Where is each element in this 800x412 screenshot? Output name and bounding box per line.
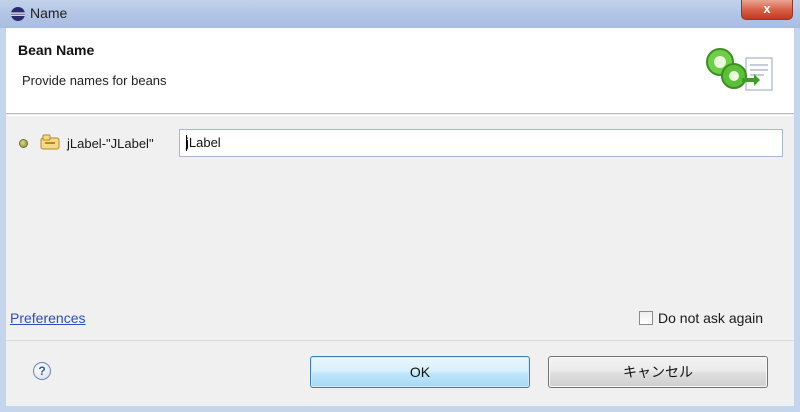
header-divider: [6, 115, 794, 116]
dont-ask-label[interactable]: Do not ask again: [658, 310, 763, 326]
page-title: Bean Name: [18, 42, 95, 58]
bean-label: jLabel-"JLabel": [67, 136, 154, 151]
title-bar: Name x: [0, 0, 800, 28]
ok-button[interactable]: OK: [310, 356, 530, 388]
close-button[interactable]: x: [741, 0, 793, 20]
preferences-link[interactable]: Preferences: [10, 310, 85, 326]
footer-divider: [6, 340, 794, 341]
cancel-button[interactable]: キャンセル: [548, 356, 768, 388]
dialog-header: Bean Name Provide names for beans: [6, 28, 794, 114]
help-icon[interactable]: ?: [33, 362, 51, 380]
text-caret: [186, 135, 187, 151]
bean-row: jLabel-"JLabel" jLabel: [6, 128, 794, 158]
window-title: Name: [30, 5, 68, 21]
bean-icon: [40, 134, 60, 150]
bean-name-input[interactable]: jLabel: [179, 129, 783, 157]
wizard-beans-icon: [706, 48, 773, 91]
page-description: Provide names for beans: [22, 73, 167, 88]
bullet-icon: [19, 139, 28, 148]
eclipse-icon: [11, 7, 25, 21]
dont-ask-checkbox[interactable]: [639, 311, 653, 325]
